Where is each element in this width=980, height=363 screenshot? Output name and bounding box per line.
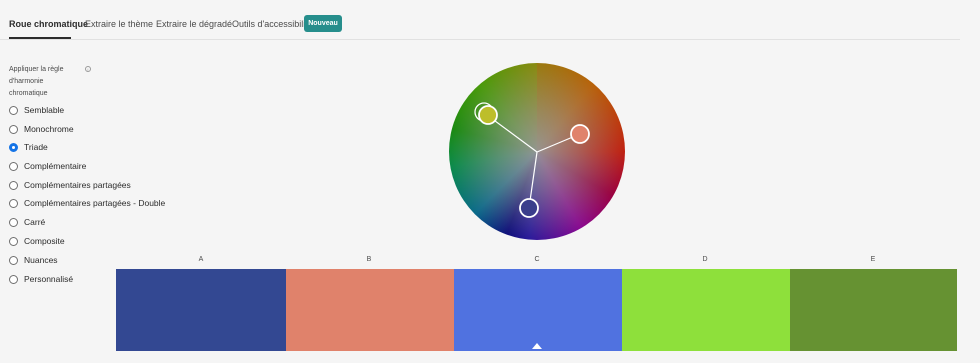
harmony-rule-label: Appliquer la règle d'harmonie chromatiqu…: [9, 66, 64, 97]
color-handle[interactable]: [570, 124, 590, 144]
active-tab-indicator: [9, 37, 71, 39]
radio-button[interactable]: [9, 236, 18, 246]
tab-extraire-theme[interactable]: Extraire le thème: [85, 19, 153, 29]
color-handle[interactable]: [519, 198, 539, 218]
radio-semblable[interactable]: Semblable: [9, 103, 64, 117]
new-badge: Nouveau: [304, 15, 342, 32]
radio-button[interactable]: [9, 161, 18, 171]
radio-triade[interactable]: Triade: [9, 140, 48, 154]
swatch-e[interactable]: [790, 269, 957, 351]
tab-bar: Roue chromatique Extraire le thème Extra…: [0, 0, 960, 40]
swatch-label-e: E: [870, 256, 876, 263]
swatch-c[interactable]: [454, 269, 622, 351]
radio-personnalise[interactable]: Personnalisé: [9, 272, 73, 286]
tab-extraire-degrade[interactable]: Extraire le dégradé: [156, 19, 232, 29]
tab-roue-chromatique[interactable]: Roue chromatique: [9, 19, 88, 29]
radio-button[interactable]: [9, 255, 18, 265]
color-handle[interactable]: [478, 105, 498, 125]
harmony-handles: [474, 102, 590, 218]
radio-button-checked[interactable]: [9, 142, 18, 152]
radio-complementaire[interactable]: Complémentaire: [9, 159, 86, 173]
swatch-label-d: D: [702, 256, 708, 263]
radio-nuances[interactable]: Nuances: [9, 253, 58, 267]
radio-composite[interactable]: Composite: [9, 234, 65, 248]
radio-monochrome[interactable]: Monochrome: [9, 122, 74, 136]
radio-button[interactable]: [9, 274, 18, 284]
selected-swatch-indicator: [532, 343, 542, 349]
swatch-label-a: A: [198, 256, 204, 263]
swatch-label-c: C: [534, 256, 540, 263]
radio-button[interactable]: [9, 198, 18, 208]
radio-button[interactable]: [9, 180, 18, 190]
tab-outils-accessibilite[interactable]: Outils d'accessibilité: [232, 19, 313, 29]
swatch-a[interactable]: [116, 269, 286, 351]
radio-complementaires-partagees-double[interactable]: Complémentaires partagées - Double: [9, 196, 165, 210]
info-icon[interactable]: i: [85, 66, 91, 72]
swatch-b[interactable]: [286, 269, 454, 351]
radio-carre[interactable]: Carré: [9, 215, 45, 229]
swatch-label-b: B: [366, 256, 372, 263]
radio-button[interactable]: [9, 105, 18, 115]
radio-button[interactable]: [9, 124, 18, 134]
swatch-d[interactable]: [622, 269, 790, 351]
radio-complementaires-partagees[interactable]: Complémentaires partagées: [9, 178, 131, 192]
radio-button[interactable]: [9, 217, 18, 227]
